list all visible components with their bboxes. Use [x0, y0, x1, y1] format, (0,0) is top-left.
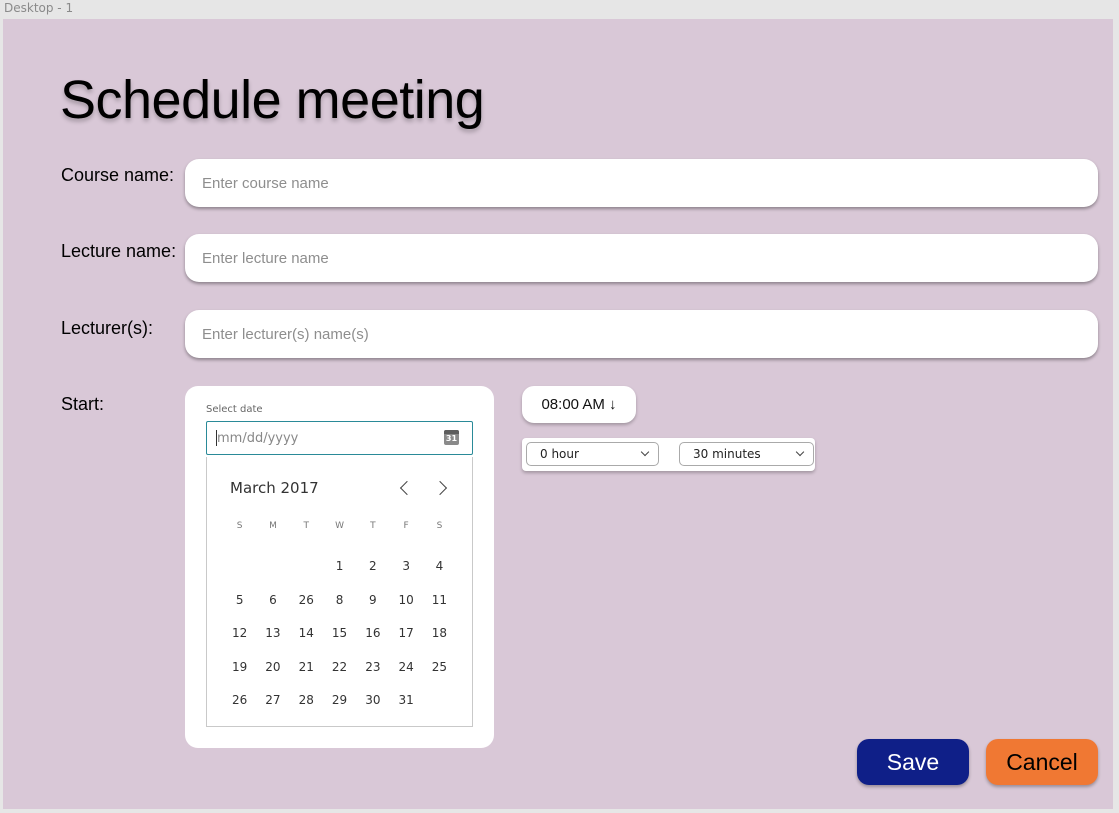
lecturers-label: Lecturer(s): [61, 318, 154, 338]
calendar-day[interactable]: 2 [356, 550, 389, 583]
calendar-day[interactable]: 31 [389, 684, 422, 717]
calendar-day[interactable]: 9 [356, 584, 389, 617]
calendar-empty-cell [223, 550, 256, 583]
duration-minutes-value: 30 minutes [693, 447, 761, 461]
calendar-day[interactable]: 26 [223, 684, 256, 717]
select-date-label: Select date [206, 404, 263, 415]
calendar-day[interactable]: 21 [290, 651, 323, 684]
previous-month-button[interactable] [396, 475, 418, 497]
calendar-day[interactable]: 4 [423, 550, 456, 583]
cancel-button[interactable]: Cancel [986, 739, 1098, 785]
lecture-name-label: Lecture name: [61, 241, 177, 261]
page-title: Schedule meeting [60, 70, 485, 130]
calendar-day[interactable]: 13 [256, 617, 289, 650]
start-label: Start: [61, 394, 105, 414]
duration-minutes-select[interactable]: 30 minutes [679, 442, 814, 466]
calendar-day[interactable]: 27 [256, 684, 289, 717]
calendar-day[interactable]: 22 [323, 651, 356, 684]
calendar-grid: S M T W T F S 1 2 3 4 5 6 26 8 9 10 11 12 13 14 15 16 17 18 19 20 2… [223, 517, 456, 717]
start-time-button[interactable]: 08:00 AM ↓ [522, 386, 636, 423]
calendar-day[interactable]: 18 [423, 617, 456, 650]
calendar-day[interactable]: 25 [423, 651, 456, 684]
calendar-day[interactable]: 11 [423, 584, 456, 617]
calendar-day[interactable]: 12 [223, 617, 256, 650]
chevron-down-icon [795, 447, 805, 457]
calendar-empty-cell [423, 684, 456, 717]
calendar-popup: March 2017 S M T W T F S 1 2 3 4 5 6 26 8 9 10 11 12 13 14 15… [206, 457, 473, 727]
calendar-day[interactable]: 23 [356, 651, 389, 684]
weekday-header: S [436, 521, 443, 531]
frame-label: Desktop - 1 [4, 1, 74, 15]
chevron-down-icon [640, 447, 650, 457]
lecture-name-input[interactable] [185, 234, 1098, 282]
duration-hours-select[interactable]: 0 hour [526, 442, 659, 466]
calendar-day[interactable]: 19 [223, 651, 256, 684]
save-button[interactable]: Save [857, 739, 969, 785]
calendar-day[interactable]: 15 [323, 617, 356, 650]
calendar-day[interactable]: 28 [290, 684, 323, 717]
duration-hours-value: 0 hour [540, 447, 579, 461]
date-input[interactable] [207, 422, 437, 454]
calendar-day[interactable]: 6 [256, 584, 289, 617]
lecturers-input[interactable] [185, 310, 1098, 358]
course-name-label: Course name: [61, 165, 175, 185]
calendar-day[interactable]: 8 [323, 584, 356, 617]
calendar-day[interactable]: 30 [356, 684, 389, 717]
calendar-day[interactable]: 16 [356, 617, 389, 650]
calendar-day[interactable]: 14 [290, 617, 323, 650]
month-label: March 2017 [230, 479, 319, 497]
weekday-header: T [303, 521, 309, 531]
calendar-empty-cell [290, 550, 323, 583]
calendar-icon[interactable]: 31 [444, 430, 459, 445]
weekday-header: S [236, 521, 243, 531]
chevron-left-icon [399, 480, 415, 496]
calendar-day[interactable]: 24 [389, 651, 422, 684]
course-name-input[interactable] [185, 159, 1098, 207]
calendar-day[interactable]: 10 [389, 584, 422, 617]
calendar-day[interactable]: 1 [323, 550, 356, 583]
calendar-empty-cell [256, 550, 289, 583]
calendar-day[interactable]: 17 [389, 617, 422, 650]
weekday-header: F [403, 521, 409, 531]
schedule-meeting-canvas: Schedule meeting Course name: Lecture na… [3, 19, 1113, 809]
chevron-right-icon [432, 480, 448, 496]
calendar-day[interactable]: 20 [256, 651, 289, 684]
weekday-header: M [269, 521, 277, 531]
date-input-container: 31 [206, 421, 473, 455]
calendar-day[interactable]: 29 [323, 684, 356, 717]
date-picker-card: Select date 31 March 2017 SMTWTFS1234562… [185, 386, 494, 748]
calendar-day[interactable]: 3 [389, 550, 422, 583]
next-month-button[interactable] [429, 475, 451, 497]
weekday-header: T [370, 521, 376, 531]
duration-box: 0 hour 30 minutes [522, 438, 815, 471]
text-caret [216, 430, 217, 446]
weekday-header: W [335, 521, 344, 531]
calendar-day[interactable]: 26 [290, 584, 323, 617]
calendar-day[interactable]: 5 [223, 584, 256, 617]
